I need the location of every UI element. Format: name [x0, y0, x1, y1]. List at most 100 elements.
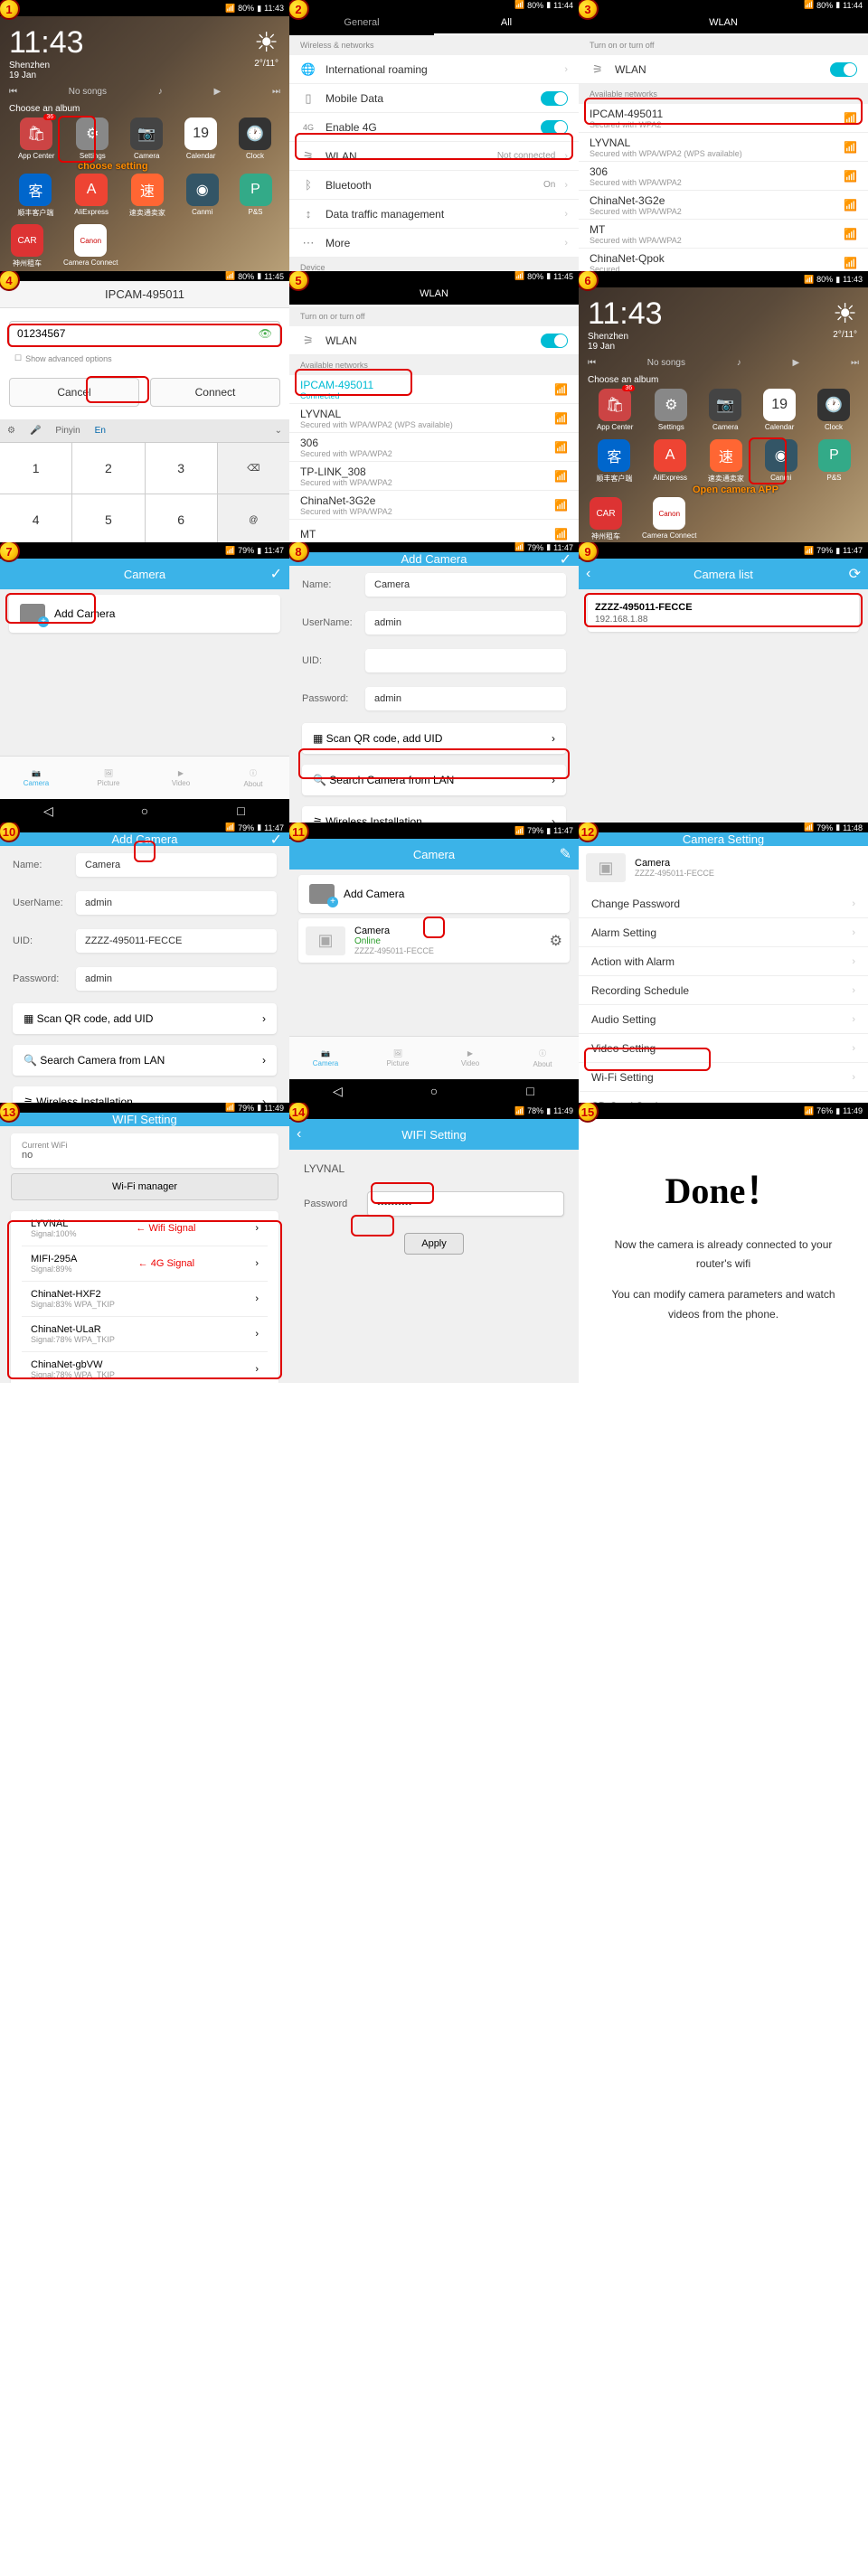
key-at[interactable]: @ [218, 494, 289, 542]
nav-video[interactable]: ▶Video [434, 1037, 506, 1079]
back-icon[interactable]: ◁ [41, 804, 55, 818]
row-4g[interactable]: 4GEnable 4G [289, 113, 579, 142]
add-camera-button[interactable]: Add Camera [9, 595, 280, 633]
wifi-network[interactable]: ChinaNet-3G2eSecured with WPA/WPA2📶 [579, 191, 868, 220]
name-input[interactable]: Camera [76, 853, 277, 877]
nav-video[interactable]: ▶Video [145, 757, 217, 799]
weather-widget[interactable]: ☀2°/11° [254, 27, 278, 69]
uid-input[interactable] [365, 649, 566, 672]
app-canmi[interactable]: ◉Canmi [186, 174, 219, 218]
settings-tabs[interactable]: General All [289, 10, 579, 35]
password-input[interactable]: 01234567👁 [9, 321, 280, 346]
wifi-password-input[interactable]: •••••••••• [367, 1191, 564, 1217]
username-input[interactable]: admin [365, 611, 566, 635]
back-icon[interactable]: ‹ [586, 566, 590, 582]
eye-icon[interactable]: 👁 [259, 327, 272, 340]
password-input[interactable]: admin [76, 967, 277, 991]
check-icon[interactable]: ✓ [560, 550, 571, 569]
opt-changepwd[interactable]: Change Password› [579, 889, 868, 918]
wireless-install-button[interactable]: ⚞ Wireless Installation› [302, 806, 566, 823]
app-calendar[interactable]: 19Calendar [184, 118, 217, 160]
wifi-network[interactable]: ChinaNet-3G2eSecured with WPA/WPA2📶 [289, 491, 579, 520]
recent-icon[interactable]: □ [234, 804, 249, 818]
wifi-network[interactable]: 306Secured with WPA/WPA2📶 [289, 433, 579, 462]
home-icon[interactable]: ○ [427, 1084, 441, 1098]
nav-picture[interactable]: 🖼Picture [72, 757, 145, 799]
edit-icon[interactable]: ✎ [560, 845, 571, 863]
wifi-network[interactable]: IPCAM-495011Secured with WPA2📶 [579, 104, 868, 133]
advanced-checkbox[interactable]: ☐Show advanced options [0, 352, 289, 365]
app-cn1[interactable]: 客顺丰客户端 [596, 439, 632, 484]
tab-all[interactable]: All [434, 10, 579, 35]
row-mobiledata[interactable]: ▯Mobile Data [289, 84, 579, 113]
opt-wifi[interactable]: Wi-Fi Setting› [579, 1063, 868, 1092]
opt-sdcard[interactable]: SD Card Setting› [579, 1092, 868, 1103]
search-lan-button[interactable]: 🔍 Search Camera from LAN› [302, 765, 566, 795]
app-settings[interactable]: ⚙Settings [76, 118, 108, 160]
choose-album[interactable]: Choose an album [588, 375, 658, 385]
app-ps[interactable]: PP&S [818, 439, 851, 484]
toggle[interactable] [541, 91, 568, 106]
apply-button[interactable]: Apply [404, 1233, 464, 1255]
back-icon[interactable]: ◁ [330, 1084, 344, 1098]
wifi-manager-button[interactable]: Wi-Fi manager [11, 1173, 278, 1200]
wifi-option[interactable]: MIFI-295ASignal:89%← 4G Signal› [22, 1246, 268, 1281]
wifi-option[interactable]: ChinaNet-gbVWSignal:78% WPA_TKIP› [22, 1351, 268, 1383]
app-canon[interactable]: CanonCamera Connect [63, 224, 118, 268]
scan-qr-button[interactable]: ▦ Scan QR code, add UID› [302, 723, 566, 754]
app-ps[interactable]: PP&S [240, 174, 272, 218]
wireless-install-button[interactable]: ⚞ Wireless Installation› [13, 1086, 277, 1103]
app-appcenter[interactable]: 🛍36App Center [597, 389, 633, 431]
app-appcenter[interactable]: 🛍36App Center [18, 118, 54, 160]
app-canon[interactable]: CanonCamera Connect [642, 497, 696, 541]
app-cn1[interactable]: 客顺丰客户端 [17, 174, 53, 218]
app-calendar[interactable]: 19Calendar [763, 389, 796, 431]
connect-button[interactable]: Connect [150, 378, 280, 407]
wifi-network[interactable]: LYVNALSecured with WPA/WPA2 (WPS availab… [289, 404, 579, 433]
app-camera[interactable]: 📷Camera [709, 389, 741, 431]
music-widget[interactable]: ⏮No songs♪▶⏭ [588, 353, 859, 372]
check-icon[interactable]: ✓ [270, 565, 282, 583]
weather-widget[interactable]: ☀2°/11° [833, 298, 857, 340]
kb-settings-icon[interactable]: ⚙ [0, 426, 23, 436]
nav-picture[interactable]: 🖼Picture [362, 1037, 434, 1079]
kb-collapse-icon[interactable]: ⌄ [268, 426, 289, 436]
name-input[interactable]: Camera [365, 573, 566, 597]
tab-general[interactable]: General [289, 10, 434, 35]
nav-about[interactable]: ⓘAbout [506, 1037, 579, 1079]
key[interactable]: 2 [72, 443, 144, 494]
app-canmi[interactable]: ◉Canmi [765, 439, 797, 484]
nav-camera[interactable]: 📷Camera [0, 757, 72, 799]
wifi-network-connected[interactable]: IPCAM-495011Connected📶 [289, 375, 579, 404]
key[interactable]: 3 [146, 443, 217, 494]
app-settings[interactable]: ⚙Settings [655, 389, 687, 431]
wifi-option[interactable]: ChinaNet-ULaRSignal:78% WPA_TKIP› [22, 1316, 268, 1351]
keyboard[interactable]: ⚙🎤PinyinEn⌄ 123⌫ 456@ 789完成 .0 返回 [0, 419, 289, 542]
gear-icon[interactable]: ⚙ [550, 932, 562, 950]
row-wlan[interactable]: ⚞WLANNot connected› [289, 142, 579, 171]
row-wlan-toggle[interactable]: ⚞WLAN [579, 55, 868, 84]
row-bluetooth[interactable]: ᛒBluetoothOn› [289, 171, 579, 200]
camera-item[interactable]: ▣ Camera Online ZZZZ-495011-FECCE ⚙ [298, 918, 570, 963]
key[interactable]: 6 [146, 494, 217, 542]
wifi-network[interactable]: ChinaNet-QpokSecured📶 [579, 249, 868, 271]
key[interactable]: 5 [72, 494, 144, 542]
nav-about[interactable]: ⓘAbout [217, 757, 289, 799]
opt-video[interactable]: Video Setting› [579, 1034, 868, 1063]
opt-audio[interactable]: Audio Setting› [579, 1005, 868, 1034]
row-more[interactable]: ⋯More› [289, 229, 579, 258]
nav-camera[interactable]: 📷Camera [289, 1037, 362, 1079]
app-cn2[interactable]: 速速卖通卖家 [129, 174, 165, 218]
uid-input[interactable]: ZZZZ-495011-FECCE [76, 929, 277, 953]
app-cn2[interactable]: 速速卖通卖家 [708, 439, 744, 484]
home-icon[interactable]: ○ [137, 804, 152, 818]
camera-list-item[interactable]: ZZZZ-495011-FECCE 192.168.1.88 [588, 595, 859, 632]
app-aliexpress[interactable]: AAliExpress [653, 439, 687, 484]
clock-widget[interactable]: 11:43 Shenzhen 19 Jan [9, 25, 84, 80]
cancel-button[interactable]: Cancel [9, 378, 139, 407]
wifi-network[interactable]: 306Secured with WPA/WPA2📶 [579, 162, 868, 191]
clock-widget[interactable]: 11:43 Shenzhen 19 Jan [588, 296, 663, 352]
opt-alarm[interactable]: Alarm Setting› [579, 918, 868, 947]
kb-mic-icon[interactable]: 🎤 [23, 426, 48, 436]
add-camera-button[interactable]: Add Camera [298, 875, 570, 913]
